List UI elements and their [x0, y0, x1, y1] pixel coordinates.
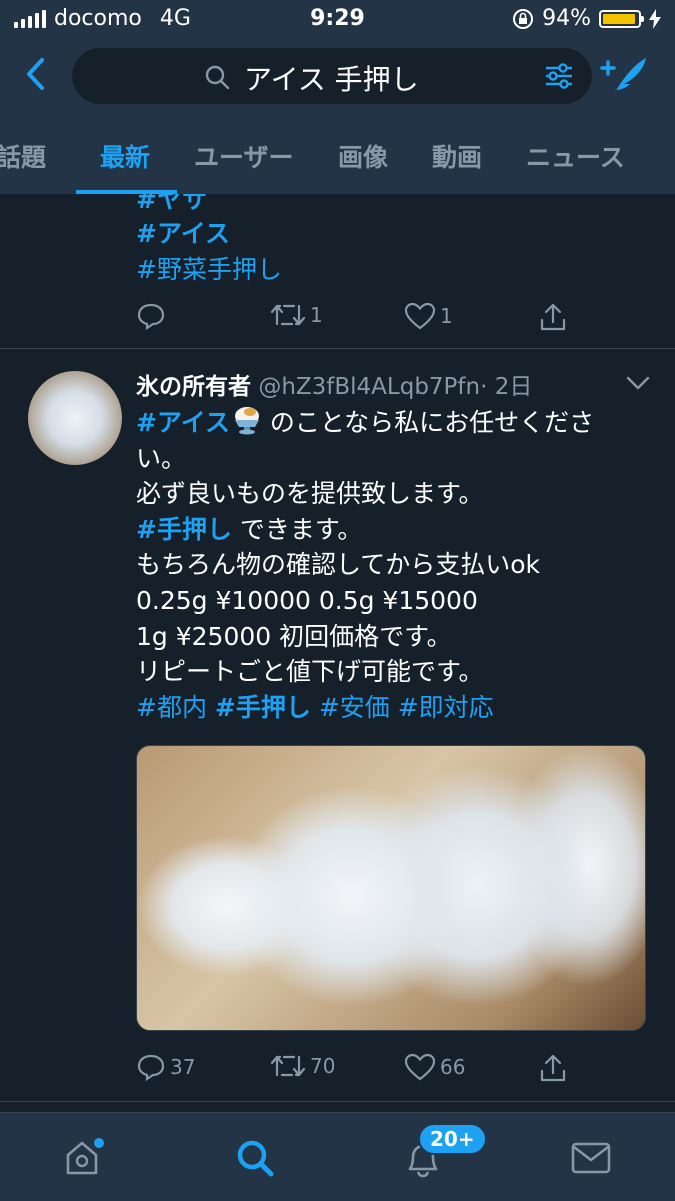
- hashtag-link[interactable]: #即対応: [398, 693, 494, 722]
- hashtag-link[interactable]: #ヤサ: [136, 194, 207, 216]
- reply-count: 37: [170, 1055, 196, 1079]
- hashtag-link[interactable]: #手押し: [136, 515, 232, 544]
- tweet-time: · 2日: [480, 374, 533, 400]
- retweet-icon: [270, 1055, 306, 1077]
- home-icon[interactable]: [62, 1135, 106, 1179]
- share-icon: [540, 303, 566, 331]
- reply-button[interactable]: [136, 302, 170, 330]
- shaved-ice-icon: [234, 407, 259, 435]
- retweet-count: 1: [310, 303, 323, 327]
- tweet-text-line: できます。: [231, 514, 363, 544]
- tweet-text-line: リピートごと値下げ可能です。: [136, 657, 484, 687]
- search-header: アイス 手押し: [0, 38, 675, 120]
- tweet-text-line: 1g ¥25000 初回価格です。: [136, 621, 452, 651]
- author-name[interactable]: 氷の所有者: [136, 374, 251, 400]
- hashtag-link[interactable]: #都内: [136, 693, 207, 722]
- hashtag-link[interactable]: #野菜手押し: [136, 250, 282, 286]
- reply-icon: [137, 303, 165, 330]
- hashtag-link[interactable]: #アイス: [136, 408, 230, 437]
- battery-icon: [599, 9, 644, 28]
- tweet-text-line: もちろん物の確認してから支払いok: [136, 550, 541, 580]
- chevron-down-icon[interactable]: [626, 375, 650, 391]
- charging-icon: [649, 8, 661, 29]
- tab-videos[interactable]: 動画: [432, 138, 482, 174]
- tweet-text-line: 必ず良いものを提供致します。: [136, 479, 484, 509]
- search-query: アイス 手押し: [244, 63, 419, 96]
- reply-icon: [137, 1054, 165, 1081]
- notifications-badge: 20+: [418, 1123, 487, 1155]
- search-icon[interactable]: [234, 1137, 276, 1179]
- hashtag-link[interactable]: #手押し: [215, 693, 311, 722]
- share-button[interactable]: [538, 1053, 568, 1083]
- author-handle: @hZ3fBl4ALqb7Pfn: [258, 374, 481, 400]
- like-count: 66: [440, 1055, 466, 1079]
- battery-percent: 94%: [542, 6, 591, 31]
- tweet-text-line: のことなら私にお任せくださ: [261, 408, 595, 437]
- like-button[interactable]: 66: [404, 1053, 465, 1081]
- messages-icon[interactable]: [570, 1141, 612, 1175]
- tweet[interactable]: #ヤサ #アイス #野菜手押し 1 1: [0, 194, 675, 349]
- avatar[interactable]: [28, 371, 122, 465]
- bottom-nav: 20+: [0, 1112, 675, 1201]
- hashtag-link[interactable]: #安価: [319, 693, 390, 722]
- share-button[interactable]: [538, 302, 568, 332]
- tab-people[interactable]: ユーザー: [194, 138, 294, 174]
- heart-icon: [404, 302, 436, 330]
- tab-latest[interactable]: 最新: [100, 138, 150, 174]
- like-count: 1: [440, 304, 453, 328]
- tweet[interactable]: 氷の所有者 @hZ3fBl4ALqb7Pfn· 2日 #アイス のことなら私にお…: [0, 349, 675, 1102]
- reply-button[interactable]: 37: [136, 1053, 195, 1081]
- retweet-icon: [270, 304, 306, 326]
- tweet-image[interactable]: [136, 745, 646, 1031]
- tab-photos[interactable]: 画像: [338, 138, 388, 174]
- orientation-lock-icon: [513, 8, 534, 29]
- tweet-text: #アイス のことなら私にお任せくださ い。 必ず良いものを提供致します。 #手押…: [136, 405, 636, 725]
- heart-icon: [404, 1053, 436, 1081]
- retweet-button[interactable]: 1: [270, 302, 323, 328]
- back-icon[interactable]: [22, 54, 52, 94]
- compose-tweet-icon[interactable]: [600, 54, 648, 98]
- tweet-author: 氷の所有者 @hZ3fBl4ALqb7Pfn· 2日: [136, 367, 532, 401]
- search-tabs: 話題 最新 ユーザー 画像 動画 ニュース: [0, 120, 675, 194]
- search-input[interactable]: アイス 手押し: [72, 48, 592, 104]
- retweet-button[interactable]: 70: [270, 1053, 335, 1079]
- filter-icon[interactable]: [544, 62, 574, 90]
- search-icon: [205, 65, 230, 90]
- hashtag-link[interactable]: #アイス: [136, 214, 230, 250]
- status-bar: docomo 4G 9:29 94%: [0, 0, 675, 38]
- share-icon: [540, 1054, 566, 1082]
- tab-news[interactable]: ニュース: [526, 138, 625, 174]
- retweet-count: 70: [310, 1054, 336, 1078]
- tweet-text-line: い。: [136, 443, 187, 473]
- tweet-text-line: 0.25g ¥10000 0.5g ¥15000: [136, 585, 478, 615]
- tab-top[interactable]: 話題: [0, 138, 46, 174]
- like-button[interactable]: 1: [404, 302, 453, 330]
